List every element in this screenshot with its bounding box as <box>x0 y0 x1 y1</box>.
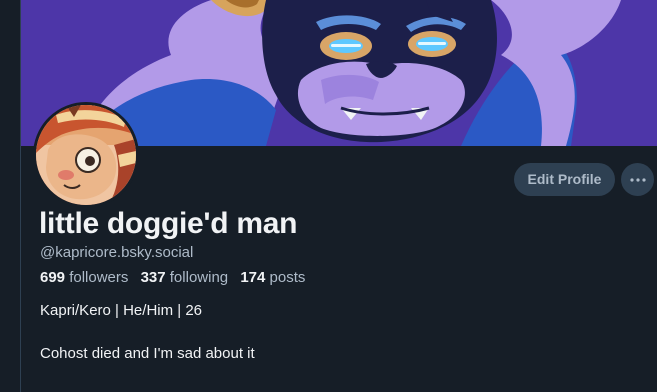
avatar-artwork <box>36 105 136 205</box>
profile-handle: @kapricore.bsky.social <box>40 244 194 261</box>
posts-stat: 174 posts <box>240 269 305 286</box>
profile-stats: 699 followers 337 following 174 posts <box>40 268 313 288</box>
followers-link[interactable]: 699 followers <box>40 269 133 286</box>
display-name: little doggie'd man <box>39 207 298 240</box>
ellipsis-icon <box>629 177 646 182</box>
followers-count: 699 <box>40 269 66 286</box>
bio-line-pronouns: Kapri/Kero | He/Him | 26 <box>40 302 203 319</box>
edit-profile-button[interactable]: Edit Profile <box>514 163 615 196</box>
following-count: 337 <box>140 269 166 286</box>
following-label: following <box>169 269 229 286</box>
posts-label: posts <box>269 269 306 286</box>
avatar[interactable] <box>33 102 139 208</box>
posts-count: 174 <box>240 269 266 286</box>
left-rail <box>0 0 20 392</box>
following-link[interactable]: 337 following <box>141 269 233 286</box>
bio-line-status: Cohost died and I'm sad about it <box>40 345 255 362</box>
followers-label: followers <box>69 269 129 286</box>
more-options-button[interactable] <box>621 163 654 196</box>
